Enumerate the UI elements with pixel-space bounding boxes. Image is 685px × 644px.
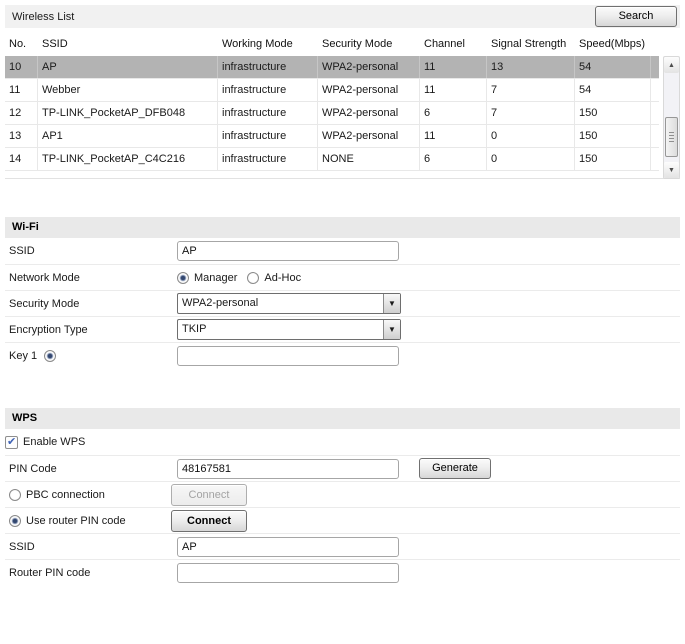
chevron-down-icon[interactable]: ▼ bbox=[383, 294, 400, 313]
wifi-ssid-label: SSID bbox=[9, 245, 35, 257]
enable-wps-label: Enable WPS bbox=[23, 436, 86, 448]
pin-code-label: PIN Code bbox=[9, 462, 57, 475]
generate-button[interactable]: Generate bbox=[419, 458, 491, 479]
security-mode-select[interactable]: WPA2-personal ▼ bbox=[177, 293, 401, 314]
pbc-radio[interactable] bbox=[9, 488, 21, 501]
chevron-down-icon[interactable]: ▼ bbox=[383, 320, 400, 339]
wifi-settings-page: Wireless List Search No. SSID Working Mo… bbox=[0, 0, 685, 590]
pbc-label-wrap: PBC connection bbox=[5, 488, 177, 501]
encryption-type-label: Encryption Type bbox=[9, 323, 88, 336]
key1-label: Key 1 bbox=[9, 349, 38, 362]
wireless-table: No. SSID Working Mode Security Mode Chan… bbox=[5, 32, 680, 179]
scrollbar-grip bbox=[669, 132, 674, 142]
encryption-type-value: TKIP bbox=[182, 323, 207, 335]
table-row[interactable]: 12 TP-LINK_PocketAP_DFB048 infrastructur… bbox=[5, 102, 659, 125]
pbc-label: PBC connection bbox=[26, 488, 105, 501]
enable-wps-checkbox[interactable] bbox=[5, 435, 18, 449]
router-pin-connect-button[interactable]: Connect bbox=[171, 509, 247, 532]
wps-ssid-label: SSID bbox=[9, 540, 35, 553]
router-pin-code-label: Router PIN code bbox=[9, 566, 91, 579]
search-button[interactable]: Search bbox=[595, 6, 677, 27]
pin-code-input[interactable] bbox=[177, 458, 399, 479]
table-row[interactable]: 13 AP1 infrastructure WPA2-personal 11 0… bbox=[5, 125, 659, 148]
table-scrollbar[interactable]: ▲ ▼ bbox=[663, 56, 680, 179]
use-router-pin-row: Use router PIN code Connect bbox=[5, 507, 680, 533]
wps-ssid-input[interactable] bbox=[177, 536, 399, 557]
use-router-pin-radio[interactable] bbox=[9, 514, 21, 527]
key1-input[interactable] bbox=[177, 345, 399, 366]
wps-section-header: WPS bbox=[5, 408, 680, 429]
encryption-type-row: Encryption Type TKIP ▼ bbox=[5, 316, 680, 342]
table-row[interactable]: 11 Webber infrastructure WPA2-personal 1… bbox=[5, 79, 659, 102]
manager-radio[interactable] bbox=[177, 271, 189, 284]
encryption-type-select[interactable]: TKIP ▼ bbox=[177, 319, 401, 340]
table-row[interactable]: 14 TP-LINK_PocketAP_C4C216 infrastructur… bbox=[5, 148, 659, 171]
wps-ssid-row: SSID bbox=[5, 533, 680, 559]
wireless-table-body: 10 AP infrastructure WPA2-personal 11 13… bbox=[5, 56, 680, 179]
manager-radio-label: Manager bbox=[194, 271, 238, 284]
col-header-no: No. bbox=[9, 38, 27, 50]
wireless-list-header-band: Wireless List Search bbox=[5, 5, 680, 28]
network-mode-row: Network Mode Manager Ad-Hoc bbox=[5, 264, 680, 290]
col-header-speed: Speed(Mbps) bbox=[579, 38, 646, 50]
adhoc-radio[interactable] bbox=[247, 271, 260, 284]
network-mode-label: Network Mode bbox=[9, 271, 80, 284]
wifi-ssid-input[interactable] bbox=[177, 241, 399, 261]
key1-label-wrap: Key 1 bbox=[5, 349, 177, 362]
use-router-pin-label: Use router PIN code bbox=[26, 514, 126, 527]
enable-wps-row: Enable WPS bbox=[5, 429, 680, 455]
adhoc-radio-label: Ad-Hoc bbox=[264, 271, 302, 284]
wireless-table-header: No. SSID Working Mode Security Mode Chan… bbox=[5, 32, 680, 56]
col-header-signal-strength: Signal Strength bbox=[491, 38, 567, 50]
pbc-connection-row: PBC connection Connect bbox=[5, 481, 680, 507]
pbc-connect-button[interactable]: Connect bbox=[171, 483, 247, 506]
wifi-section-header: Wi-Fi bbox=[5, 217, 680, 238]
wifi-ssid-row: SSID bbox=[5, 238, 680, 264]
key1-row: Key 1 bbox=[5, 342, 680, 368]
router-pin-code-input[interactable] bbox=[177, 562, 399, 583]
pin-code-row: PIN Code Generate bbox=[5, 455, 680, 481]
scroll-up-icon[interactable]: ▲ bbox=[664, 57, 679, 73]
security-mode-label: Security Mode bbox=[9, 297, 80, 310]
key1-radio[interactable] bbox=[44, 349, 57, 362]
router-pin-code-row: Router PIN code bbox=[5, 559, 680, 585]
scrollbar-thumb[interactable] bbox=[665, 117, 678, 157]
security-mode-value: WPA2-personal bbox=[182, 297, 259, 309]
col-header-ssid: SSID bbox=[42, 38, 68, 50]
wireless-list-title: Wireless List bbox=[12, 10, 75, 23]
scroll-down-icon[interactable]: ▼ bbox=[664, 162, 679, 178]
table-row[interactable]: 10 AP infrastructure WPA2-personal 11 13… bbox=[5, 56, 659, 79]
col-header-channel: Channel bbox=[424, 38, 465, 50]
col-header-working-mode: Working Mode bbox=[222, 38, 293, 50]
col-header-security-mode: Security Mode bbox=[322, 38, 393, 50]
router-pin-radio-wrap: Use router PIN code bbox=[5, 514, 177, 527]
security-mode-row: Security Mode WPA2-personal ▼ bbox=[5, 290, 680, 316]
